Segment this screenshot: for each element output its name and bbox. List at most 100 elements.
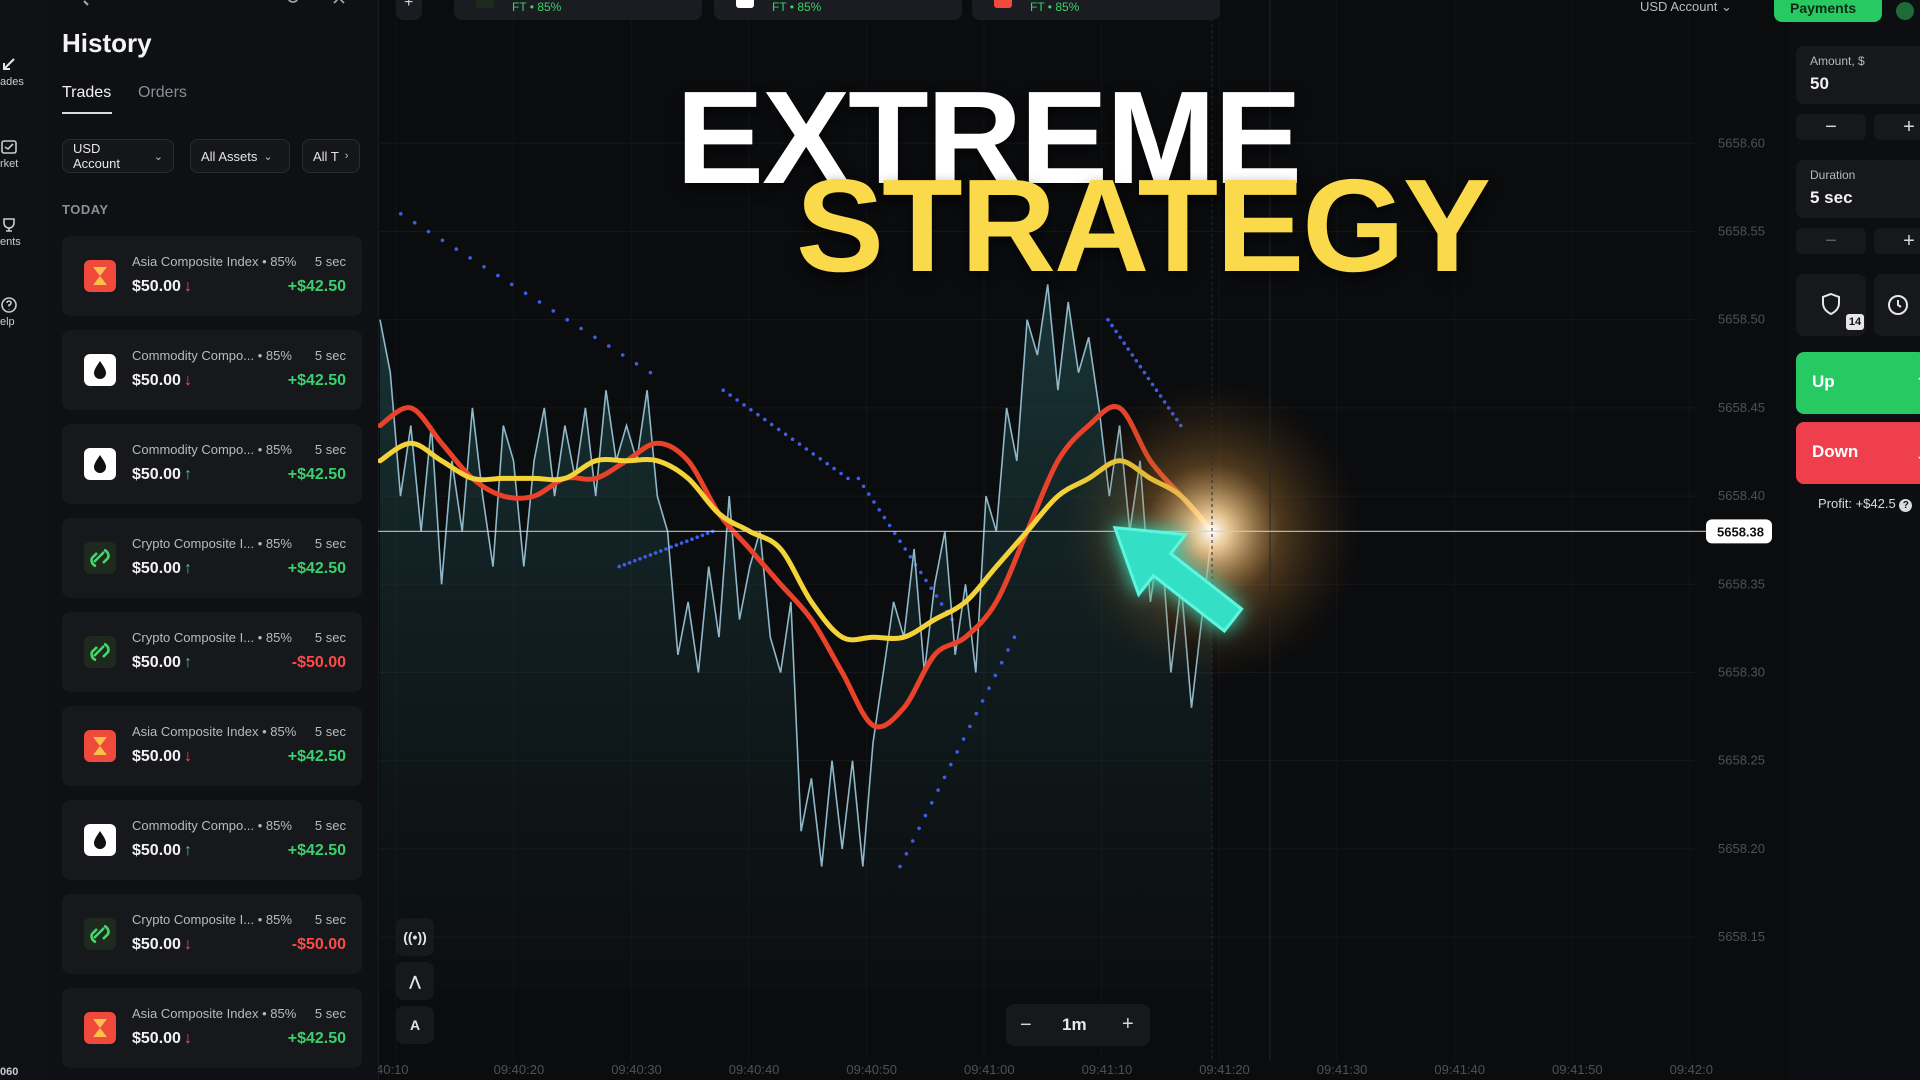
sar-dot bbox=[756, 412, 760, 417]
sar-dot bbox=[856, 476, 861, 481]
account-selector[interactable]: USD Account ⌄ bbox=[1640, 0, 1732, 15]
sar-dot bbox=[1146, 376, 1151, 381]
amount-increase-button[interactable]: + bbox=[1874, 114, 1920, 140]
trades-icon bbox=[3, 58, 15, 70]
trade-row[interactable]: Crypto Composite I... • 85% 5 sec $50.00 ↓ -… bbox=[62, 894, 362, 974]
tab-trades[interactable]: Trades bbox=[62, 84, 111, 102]
badge-count: 14 bbox=[1846, 314, 1864, 330]
drawing-tool[interactable]: A bbox=[396, 1006, 434, 1044]
clock-icon bbox=[1888, 295, 1908, 315]
sar-dot bbox=[607, 344, 611, 348]
trade-row[interactable]: Asia Composite Index • 85% 5 sec $50.00 ↓ +$… bbox=[62, 236, 362, 316]
trade-row[interactable]: Commodity Compo... • 85% 5 sec $50.00 ↑ +$42… bbox=[62, 800, 362, 880]
rail-item-help[interactable]: elp bbox=[0, 296, 46, 328]
up-button[interactable]: Up ↑ bbox=[1796, 352, 1920, 414]
trade-profit: +$42.50 bbox=[287, 278, 346, 295]
sar-dot bbox=[468, 256, 472, 260]
asset-tab[interactable]: FT • 85% bbox=[972, 0, 1220, 20]
trade-row[interactable]: Crypto Composite I... • 85% 5 sec $50.00 ↑ -… bbox=[62, 612, 362, 692]
trade-duration: 5 sec bbox=[314, 630, 346, 645]
zoom-out-button[interactable]: − bbox=[1020, 1014, 1032, 1037]
add-asset-button[interactable]: + bbox=[396, 0, 422, 20]
sar-dot bbox=[700, 533, 705, 538]
duration-decrease-button[interactable]: − bbox=[1796, 228, 1866, 254]
risk-protection-button[interactable]: 14 bbox=[1796, 274, 1866, 336]
sar-dot bbox=[846, 476, 850, 481]
sar-dot bbox=[659, 549, 663, 553]
sar-dot bbox=[1130, 353, 1135, 357]
chevron-right-icon: › bbox=[344, 150, 349, 162]
arrow-down-icon: ↓ bbox=[183, 372, 192, 389]
trade-row[interactable]: Commodity Compo... • 85% 5 sec $50.00 ↑ +$42… bbox=[62, 424, 362, 504]
rail-item-tournaments[interactable]: ents bbox=[0, 216, 46, 248]
sar-dot bbox=[1118, 335, 1122, 340]
amount-value[interactable]: 50 bbox=[1810, 74, 1829, 94]
pending-order-button[interactable] bbox=[1874, 274, 1920, 336]
sar-dot bbox=[825, 461, 829, 466]
duration-label: Duration bbox=[1810, 168, 1856, 182]
asset-tab[interactable]: FT • 85% bbox=[454, 0, 702, 20]
filter-assets[interactable]: All Assets ⌄ bbox=[190, 139, 290, 173]
indicator-tool[interactable]: ⋀ bbox=[396, 962, 434, 1000]
sar-dot bbox=[633, 559, 637, 563]
sar-dot bbox=[454, 247, 459, 251]
down-button[interactable]: Down ↓ bbox=[1796, 422, 1920, 484]
tab-orders[interactable]: Orders bbox=[138, 84, 187, 102]
sar-dot bbox=[482, 265, 486, 269]
trade-asset: Crypto Composite I... • 85% bbox=[132, 912, 292, 927]
trade-row[interactable]: Asia Composite Index • 85% 5 sec $50.00 ↓ +$… bbox=[62, 706, 362, 786]
sar-dot bbox=[934, 594, 939, 598]
signals-tool[interactable]: ((•)) bbox=[396, 918, 434, 956]
trade-row[interactable]: Commodity Compo... • 85% 5 sec $50.00 ↓ +$42… bbox=[62, 330, 362, 410]
zoom-in-button[interactable]: + bbox=[1122, 1013, 1134, 1036]
crypto-link-icon bbox=[476, 0, 494, 8]
sar-dot bbox=[930, 801, 934, 805]
avatar[interactable] bbox=[1896, 2, 1914, 20]
crypto-link-icon bbox=[84, 918, 116, 950]
back-arrow-icon[interactable] bbox=[82, 0, 96, 6]
asset-tab-label: FT • 85% bbox=[512, 0, 562, 14]
commodity-drop-icon bbox=[84, 354, 116, 386]
sar-dot bbox=[887, 523, 892, 528]
sar-dot bbox=[679, 541, 684, 545]
x-tick-label: 09:41:30 bbox=[1317, 1062, 1368, 1077]
trade-amount: $50.00 ↓ bbox=[132, 1030, 192, 1047]
filter-account[interactable]: USD Account ⌄ bbox=[62, 139, 174, 173]
trade-row[interactable]: Asia Composite Index • 85% 5 sec $50.00 ↓ +$… bbox=[62, 988, 362, 1068]
amount-field[interactable]: Amount, $ 50 bbox=[1796, 46, 1920, 104]
close-icon[interactable] bbox=[332, 0, 346, 4]
payments-button[interactable]: Payments bbox=[1774, 0, 1882, 22]
trade-duration: 5 sec bbox=[314, 818, 346, 833]
duration-value[interactable]: 5 sec bbox=[1810, 188, 1853, 208]
asset-tab[interactable]: FT • 85% bbox=[714, 0, 962, 20]
timeframe-label[interactable]: 1m bbox=[1062, 1015, 1087, 1035]
sar-dot bbox=[776, 427, 781, 432]
sar-dot bbox=[903, 547, 907, 551]
sar-dot bbox=[832, 466, 836, 471]
filter-type[interactable]: All T › bbox=[302, 139, 360, 173]
sar-dot bbox=[908, 555, 913, 559]
trade-amount: $50.00 ↑ bbox=[132, 842, 192, 859]
sar-dot bbox=[917, 826, 921, 831]
duration-field[interactable]: Duration 5 sec bbox=[1796, 160, 1920, 218]
trade-duration: 5 sec bbox=[314, 254, 346, 269]
sar-dot bbox=[523, 291, 528, 296]
duration-increase-button[interactable]: + bbox=[1874, 228, 1920, 254]
sar-dot bbox=[1110, 323, 1114, 328]
rail-item-trades[interactable]: ades bbox=[0, 56, 46, 88]
trade-duration: 5 sec bbox=[314, 724, 346, 739]
sar-dot bbox=[1142, 370, 1147, 375]
rail-item-market[interactable]: rket bbox=[0, 138, 46, 170]
rail-bottom-text: 060 bbox=[0, 1066, 19, 1078]
profit-indicator: Profit: +$42.5 ? bbox=[1818, 496, 1913, 512]
sar-dot bbox=[839, 471, 843, 476]
sar-dot bbox=[648, 553, 653, 557]
trade-amount: $50.00 ↓ bbox=[132, 748, 192, 765]
settings-icon[interactable] bbox=[286, 0, 300, 4]
help-icon[interactable]: ? bbox=[1899, 499, 1913, 512]
y-tick-label: 5658.35 bbox=[1718, 576, 1765, 591]
sar-dot bbox=[440, 238, 445, 243]
amount-decrease-button[interactable]: − bbox=[1796, 114, 1866, 140]
filter-assets-label: All Assets bbox=[201, 148, 258, 164]
trade-row[interactable]: Crypto Composite I... • 85% 5 sec $50.00 ↑ +… bbox=[62, 518, 362, 598]
